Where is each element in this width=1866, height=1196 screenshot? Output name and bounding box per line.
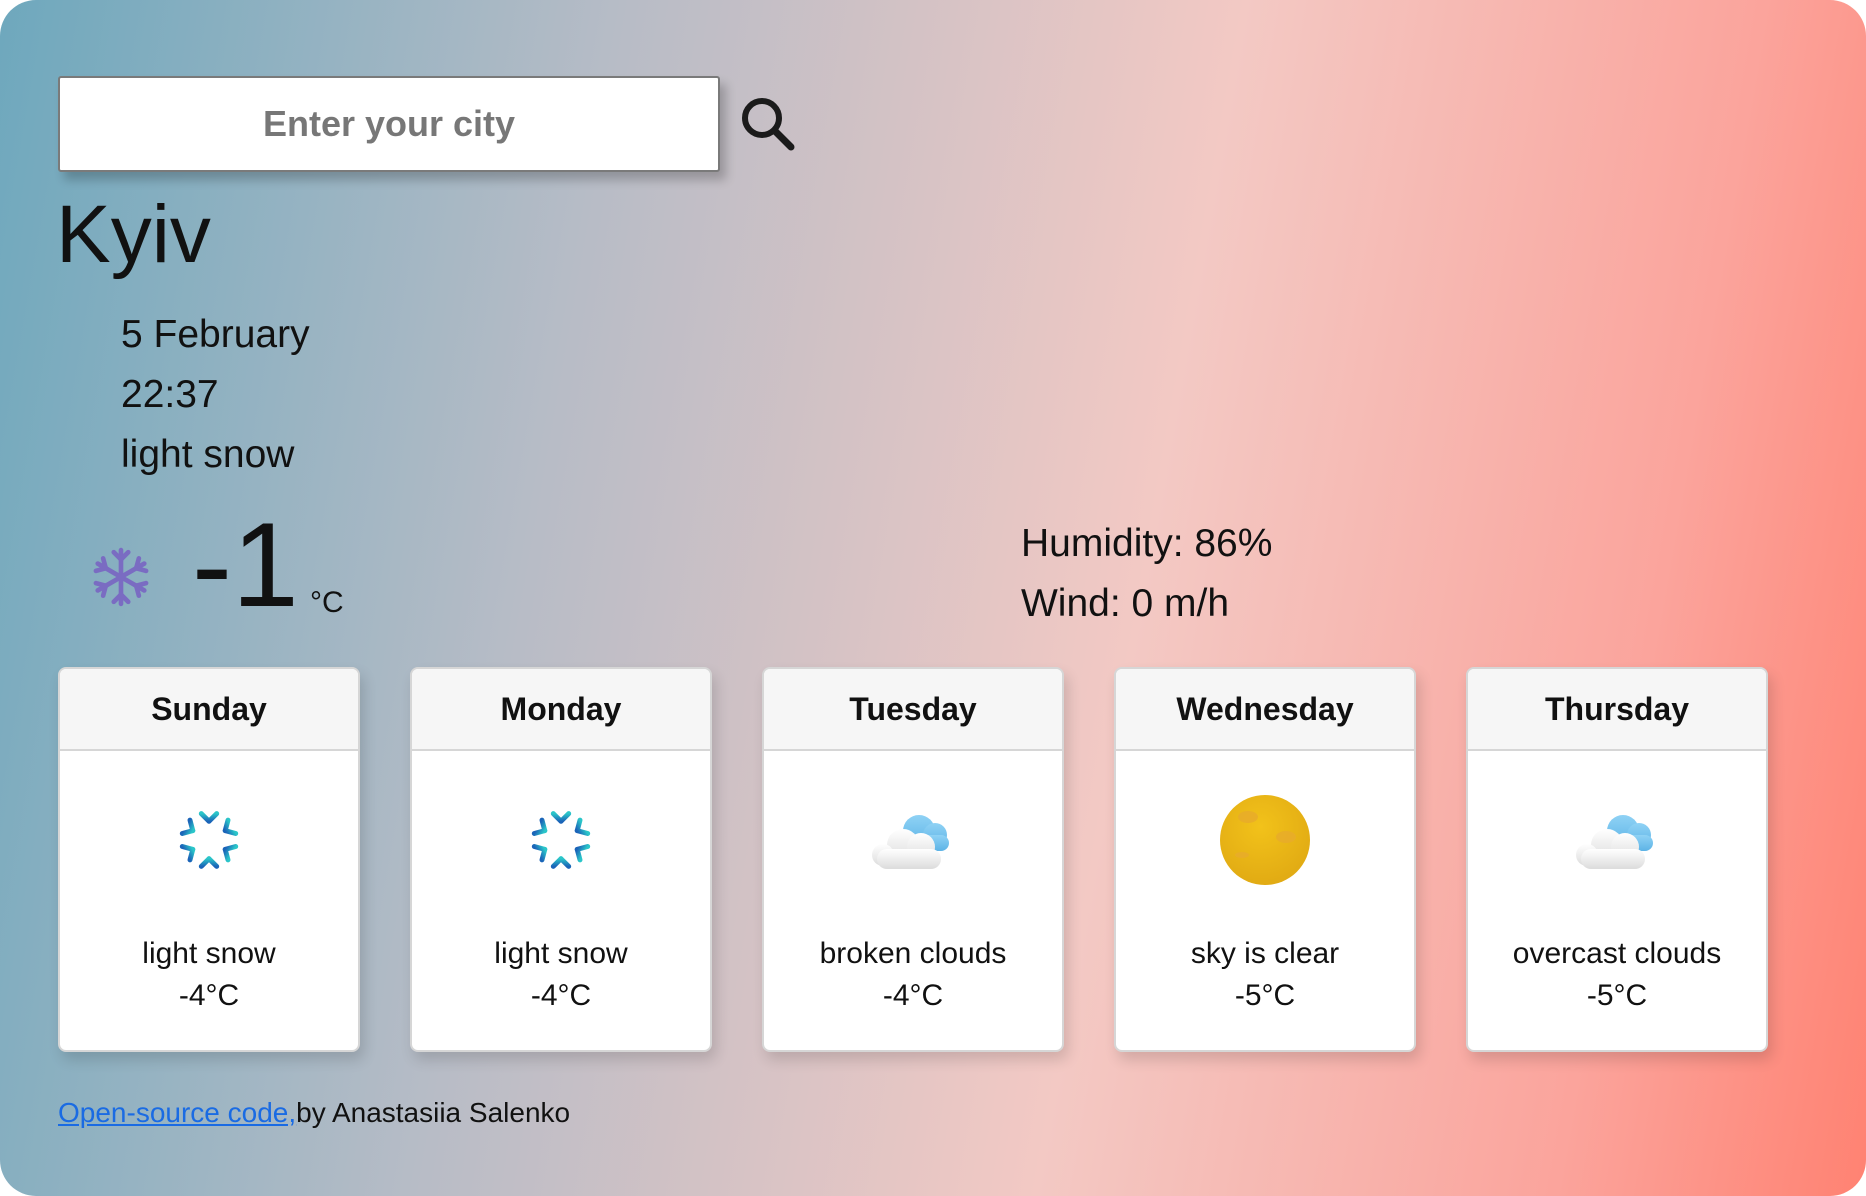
snowflake-icon	[90, 546, 152, 608]
forecast-day: Sunday	[60, 669, 358, 751]
forecast-card: Wednesday sky is clear -5°C	[1114, 667, 1416, 1052]
current-date: 5 February	[121, 313, 310, 356]
forecast-description: overcast clouds	[1512, 937, 1722, 970]
forecast-description: sky is clear	[1190, 937, 1340, 970]
current-stats: Humidity: 86% Wind: 0 m/h	[1021, 514, 1272, 634]
temperature-unit: °C	[310, 586, 344, 619]
city-name: Kyiv	[56, 189, 211, 280]
snowflake-icon	[531, 807, 591, 873]
forecast-temperature: -4°C	[178, 979, 240, 1012]
current-time: 22:37	[121, 373, 219, 416]
current-temperature: -1	[192, 498, 299, 632]
search-icon	[742, 98, 795, 151]
forecast-temperature: -5°C	[1234, 979, 1296, 1012]
forecast-day: Tuesday	[764, 669, 1062, 751]
forecast-day: Monday	[412, 669, 710, 751]
search-button[interactable]	[736, 92, 800, 156]
forecast-day: Thursday	[1468, 669, 1766, 751]
forecast-description: broken clouds	[819, 937, 1007, 970]
forecast-list: Sunday light snow -4°C Monday light snow…	[58, 667, 1768, 1052]
current-description: light snow	[121, 433, 295, 476]
weather-app: Kyiv 5 February 22:37 light snow	[0, 0, 1866, 1196]
forecast-description: light snow	[494, 937, 628, 970]
wind: Wind: 0 m/h	[1021, 582, 1230, 625]
open-source-link[interactable]: Open-source code,	[58, 1097, 296, 1128]
forecast-card: Tuesday broken clouds -4°C	[762, 667, 1064, 1052]
snowflake-icon	[179, 807, 239, 873]
forecast-card: Monday light snow -4°C	[410, 667, 712, 1052]
current-details: 5 February 22:37 light snow	[121, 305, 310, 485]
footer: Open-source code,by Anastasiia Salenko	[58, 1097, 570, 1129]
search-bar	[58, 76, 800, 172]
cloud-icon	[872, 815, 949, 869]
forecast-card: Thursday overcast clouds -5°C	[1466, 667, 1768, 1052]
forecast-card: Sunday light snow -4°C	[58, 667, 360, 1052]
city-search-input[interactable]	[58, 76, 720, 172]
forecast-description: light snow	[142, 937, 276, 970]
cloud-icon	[1576, 815, 1653, 869]
forecast-temperature: -4°C	[530, 979, 592, 1012]
forecast-day: Wednesday	[1116, 669, 1414, 751]
author-credit: by Anastasiia Salenko	[296, 1097, 571, 1128]
moon-icon	[1220, 795, 1310, 885]
forecast-temperature: -4°C	[882, 979, 944, 1012]
forecast-temperature: -5°C	[1586, 979, 1648, 1012]
humidity: Humidity: 86%	[1021, 522, 1273, 565]
